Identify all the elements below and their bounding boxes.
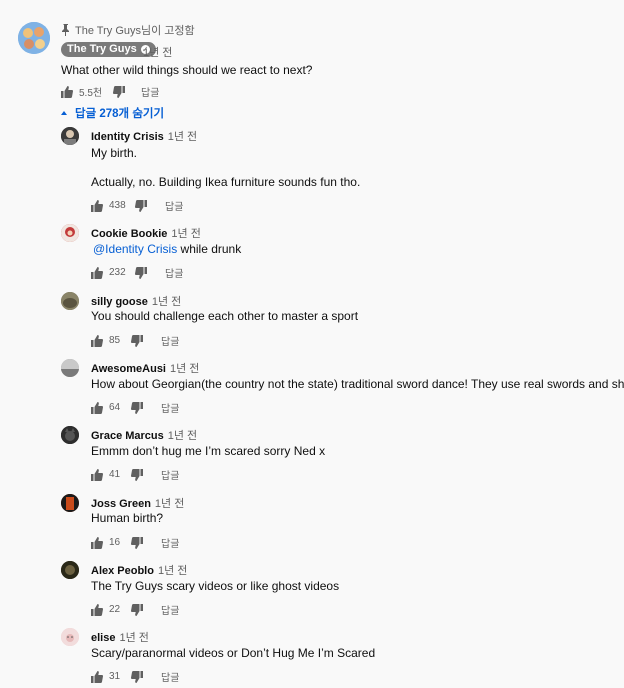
pinned-by-text: The Try Guys님이 고정함 bbox=[75, 25, 195, 37]
like-icon[interactable] bbox=[91, 401, 104, 414]
reply-text: Emmm don’t hug me I’m scared sorry Ned x bbox=[91, 444, 326, 458]
reply-time[interactable]: 1년 전 bbox=[155, 495, 184, 511]
reply-author[interactable]: silly goose bbox=[91, 296, 148, 308]
reply-button[interactable]: 답글 bbox=[161, 333, 179, 348]
avatar[interactable] bbox=[61, 494, 79, 512]
like-count: 5.5천 bbox=[79, 88, 103, 99]
caret-up-icon bbox=[61, 111, 67, 115]
comment-actions: 5.5천 답글 bbox=[61, 84, 159, 99]
like-icon[interactable] bbox=[91, 199, 104, 212]
reply-text: My birth. bbox=[91, 146, 138, 160]
reply-text: How about Georgian(the country not the s… bbox=[91, 377, 624, 391]
reply-time[interactable]: 1년 전 bbox=[168, 427, 197, 443]
dislike-icon[interactable] bbox=[130, 603, 143, 616]
reply-text-rest: while drunk bbox=[177, 242, 242, 256]
avatar[interactable] bbox=[61, 224, 79, 242]
reply-actions: 85 답글 bbox=[91, 333, 179, 348]
reply-actions: 31 답글 bbox=[91, 669, 179, 684]
dislike-icon[interactable] bbox=[134, 266, 147, 279]
reply-actions: 232 답글 bbox=[91, 265, 183, 280]
dislike-icon[interactable] bbox=[130, 670, 143, 683]
reply-author[interactable]: Alex Peoblo bbox=[91, 565, 154, 577]
avatar[interactable] bbox=[61, 292, 79, 310]
like-count: 85 bbox=[109, 335, 121, 346]
like-icon[interactable] bbox=[91, 334, 104, 347]
like-count: 64 bbox=[109, 402, 121, 413]
reply-actions: 22 답글 bbox=[91, 602, 179, 617]
reply-button[interactable]: 답글 bbox=[161, 400, 179, 415]
dislike-icon[interactable] bbox=[130, 468, 143, 481]
dislike-icon[interactable] bbox=[134, 199, 147, 212]
reply-button[interactable]: 답글 bbox=[161, 535, 179, 550]
like-count: 41 bbox=[109, 469, 121, 480]
reply-actions: 64 답글 bbox=[91, 400, 179, 415]
like-count: 31 bbox=[109, 671, 121, 682]
reply-time[interactable]: 1년 전 bbox=[158, 562, 187, 578]
reply-author[interactable]: Grace Marcus bbox=[91, 430, 164, 442]
like-count: 16 bbox=[109, 537, 121, 548]
reply-button[interactable]: 답글 bbox=[165, 198, 183, 213]
reply-time[interactable]: 1년 전 bbox=[168, 128, 197, 144]
like-icon[interactable] bbox=[91, 536, 104, 549]
like-count: 232 bbox=[109, 267, 126, 278]
like-icon[interactable] bbox=[61, 85, 74, 98]
reply-button[interactable]: 답글 bbox=[161, 602, 179, 617]
reply-time[interactable]: 1년 전 bbox=[171, 225, 200, 241]
reply-button[interactable]: 답글 bbox=[165, 265, 183, 280]
reply-author[interactable]: AwesomeAusi bbox=[91, 363, 166, 375]
comment-time[interactable]: 1년 전 bbox=[143, 44, 172, 60]
reply-author[interactable]: Joss Green bbox=[91, 498, 151, 510]
pin-icon bbox=[61, 24, 71, 36]
author-badge[interactable]: The Try Guys ✓ bbox=[61, 42, 156, 57]
like-count: 22 bbox=[109, 604, 121, 615]
reply-actions: 41 답글 bbox=[91, 467, 179, 482]
reply-actions: 438 답글 bbox=[91, 198, 183, 213]
reply-time[interactable]: 1년 전 bbox=[170, 360, 199, 376]
author-name: The Try Guys bbox=[67, 43, 137, 55]
reply-actions: 16 답글 bbox=[91, 535, 179, 550]
reply-author[interactable]: Cookie Bookie bbox=[91, 228, 167, 240]
comment-text: What other wild things should we react t… bbox=[61, 63, 313, 77]
reply-button[interactable]: 답글 bbox=[161, 669, 179, 684]
reply-author[interactable]: Identity Crisis bbox=[91, 131, 164, 143]
avatar[interactable] bbox=[18, 22, 50, 54]
reply-time[interactable]: 1년 전 bbox=[119, 629, 148, 645]
avatar[interactable] bbox=[61, 561, 79, 579]
avatar[interactable] bbox=[61, 628, 79, 646]
dislike-icon[interactable] bbox=[130, 401, 143, 414]
reply-time[interactable]: 1년 전 bbox=[152, 293, 181, 309]
like-icon[interactable] bbox=[91, 468, 104, 481]
avatar[interactable] bbox=[61, 127, 79, 145]
pinned-label: The Try Guys님이 고정함 bbox=[61, 22, 195, 38]
reply-text: Human birth? bbox=[91, 511, 164, 525]
hide-replies-button[interactable]: 답글 278개 숨기기 bbox=[61, 105, 164, 121]
like-icon[interactable] bbox=[91, 266, 104, 279]
reply-text: Scary/paranormal videos or Don’t Hug Me … bbox=[91, 646, 376, 660]
dislike-icon[interactable] bbox=[112, 85, 125, 98]
reply-text-line2: Actually, no. Building Ikea furniture so… bbox=[91, 175, 361, 189]
reply-button[interactable]: 답글 bbox=[161, 467, 179, 482]
like-icon[interactable] bbox=[91, 670, 104, 683]
reply-text: The Try Guys scary videos or like ghost … bbox=[91, 579, 340, 593]
like-icon[interactable] bbox=[91, 603, 104, 616]
like-count: 438 bbox=[109, 200, 126, 211]
reply-button[interactable]: 답글 bbox=[141, 84, 159, 99]
avatar[interactable] bbox=[61, 426, 79, 444]
reply-text: @Identity Crisis while drunk bbox=[91, 242, 241, 256]
reply-author[interactable]: elise bbox=[91, 632, 115, 644]
mention-link[interactable]: @Identity Crisis bbox=[93, 242, 177, 256]
avatar[interactable] bbox=[61, 359, 79, 377]
dislike-icon[interactable] bbox=[130, 536, 143, 549]
reply-text: You should challenge each other to maste… bbox=[91, 309, 359, 323]
hide-replies-label: 답글 278개 숨기기 bbox=[75, 108, 165, 120]
dislike-icon[interactable] bbox=[130, 334, 143, 347]
